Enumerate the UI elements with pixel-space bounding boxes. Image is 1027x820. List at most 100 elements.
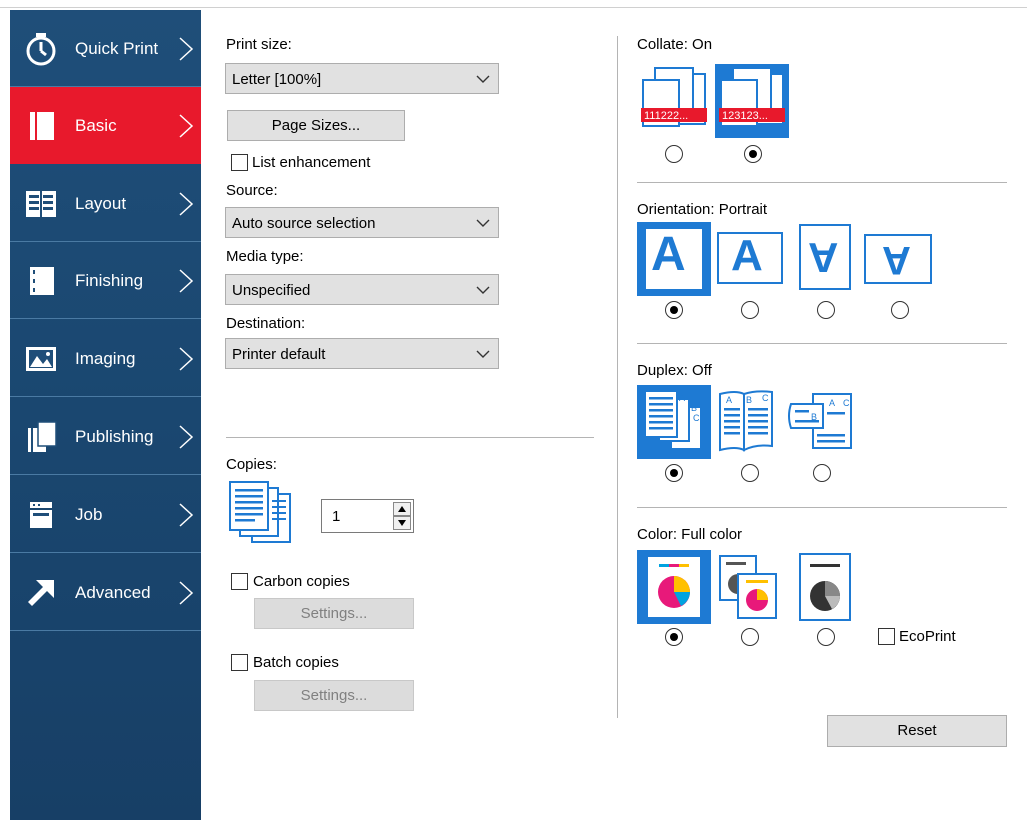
duplex-letter-a: A xyxy=(829,398,835,408)
duplex-off-icon: A B C xyxy=(644,390,702,450)
destination-label: Destination: xyxy=(226,315,306,332)
sidebar: Quick Print Basic Layout Finishing Imagi… xyxy=(10,10,201,820)
orientation-rotated-portrait-option[interactable]: A xyxy=(799,224,851,290)
print-size-value: Letter [100%] xyxy=(232,71,322,88)
batch-copies-settings-button[interactable]: Settings... xyxy=(254,680,414,711)
collate-label: Collate: On xyxy=(637,36,713,53)
orientation-rotated-landscape-option[interactable]: A xyxy=(864,234,932,284)
copies-label: Copies: xyxy=(226,456,277,473)
duplex-letter-a: A xyxy=(726,395,732,405)
destination-select[interactable]: Printer default xyxy=(225,338,499,369)
sidebar-item-finishing[interactable]: Finishing xyxy=(10,242,201,319)
sidebar-item-label: Advanced xyxy=(75,583,151,602)
chevron-right-icon xyxy=(179,503,194,527)
job-box-icon xyxy=(30,502,52,528)
sidebar-item-imaging[interactable]: Imaging xyxy=(10,320,201,397)
chevron-right-icon xyxy=(179,114,194,138)
duplex-letter-a: A xyxy=(679,393,685,403)
page-icon xyxy=(30,112,54,140)
sidebar-item-label: Layout xyxy=(75,194,127,213)
sidebar-item-layout[interactable]: Layout xyxy=(10,165,201,242)
triangle-down-icon xyxy=(398,520,406,526)
chevron-down-icon xyxy=(476,350,490,358)
collate-on-option[interactable]: 123123... xyxy=(715,64,789,138)
carbon-copies-settings-button[interactable]: Settings... xyxy=(254,598,414,629)
duplex-letter-b: B xyxy=(811,412,817,422)
decrement-button[interactable] xyxy=(393,516,411,530)
duplex-off-option[interactable]: A B C xyxy=(637,385,711,459)
carbon-copies-checkbox[interactable] xyxy=(231,573,248,590)
ecoprint-checkbox[interactable] xyxy=(878,628,895,645)
sidebar-item-label: Quick Print xyxy=(75,39,159,58)
duplex-letter-c: C xyxy=(693,413,700,423)
sidebar-item-label: Basic xyxy=(75,116,117,135)
orientation-letter: A xyxy=(651,228,686,281)
stopwatch-icon xyxy=(26,33,56,66)
top-divider xyxy=(0,7,1027,8)
duplex-long-edge-option[interactable]: A B C xyxy=(716,388,778,454)
color-auto-option[interactable] xyxy=(718,554,780,620)
list-enhancement-checkbox[interactable] xyxy=(231,154,248,171)
black-white-page-icon xyxy=(799,553,851,621)
chevron-down-icon xyxy=(476,75,490,83)
collate-off-radio[interactable] xyxy=(665,145,683,163)
copies-value: 1 xyxy=(332,508,341,525)
sidebar-item-quick-print[interactable]: Quick Print xyxy=(10,10,201,87)
media-type-select[interactable]: Unspecified xyxy=(225,274,499,305)
chevron-right-icon xyxy=(179,425,194,449)
duplex-letter-b: B xyxy=(746,395,752,405)
duplex-letter-c: C xyxy=(762,393,769,403)
orientation-landscape-radio[interactable] xyxy=(741,301,759,319)
duplex-short-edge-icon: A B C xyxy=(788,393,852,449)
reset-button[interactable]: Reset xyxy=(827,715,1007,747)
duplex-short-edge-radio[interactable] xyxy=(813,464,831,482)
orientation-landscape-option[interactable]: A xyxy=(715,226,785,288)
chevron-right-icon xyxy=(179,192,194,216)
collate-off-option[interactable]: 111222... xyxy=(637,64,711,138)
collate-on-text: 123123... xyxy=(722,110,768,122)
chevron-right-icon xyxy=(179,581,194,605)
color-black-white-radio[interactable] xyxy=(817,628,835,646)
orientation-letter: A xyxy=(882,238,911,282)
chevron-right-icon xyxy=(179,37,194,61)
copies-stepper[interactable]: 1 xyxy=(321,499,414,533)
sidebar-item-job[interactable]: Job xyxy=(10,476,201,553)
destination-value: Printer default xyxy=(232,346,326,363)
source-value: Auto source selection xyxy=(232,215,376,232)
print-size-select[interactable]: Letter [100%] xyxy=(225,63,499,94)
arrow-upright-icon xyxy=(28,580,54,606)
collate-off-icon: 111222... xyxy=(641,67,707,127)
color-full-radio[interactable] xyxy=(665,628,683,646)
increment-button[interactable] xyxy=(393,502,411,516)
finishing-page-icon xyxy=(30,267,54,295)
orientation-letter: A xyxy=(731,231,763,280)
color-auto-radio[interactable] xyxy=(741,628,759,646)
collate-on-radio[interactable] xyxy=(744,145,762,163)
sidebar-item-label: Publishing xyxy=(75,427,154,446)
duplex-divider xyxy=(637,507,1007,508)
orientation-letter: A xyxy=(808,234,839,281)
orientation-rotated-portrait-radio[interactable] xyxy=(817,301,835,319)
print-size-label: Print size: xyxy=(226,36,292,53)
orientation-rotated-landscape-radio[interactable] xyxy=(891,301,909,319)
duplex-off-radio[interactable] xyxy=(665,464,683,482)
duplex-label: Duplex: Off xyxy=(637,362,712,379)
chevron-right-icon xyxy=(179,347,194,371)
orientation-portrait-option[interactable]: A xyxy=(637,222,711,296)
page-sizes-button[interactable]: Page Sizes... xyxy=(227,110,405,141)
sidebar-item-publishing[interactable]: Publishing xyxy=(10,398,201,475)
batch-copies-checkbox[interactable] xyxy=(231,654,248,671)
sidebar-item-advanced[interactable]: Advanced xyxy=(10,554,201,631)
source-select[interactable]: Auto source selection xyxy=(225,207,499,238)
color-full-option[interactable] xyxy=(637,550,711,624)
orientation-portrait-radio[interactable] xyxy=(665,301,683,319)
color-label: Color: Full color xyxy=(637,526,743,543)
publishing-pages-icon xyxy=(28,421,57,452)
orientation-label: Orientation: Portrait xyxy=(637,201,768,218)
sidebar-item-basic[interactable]: Basic xyxy=(10,87,201,164)
color-black-white-option[interactable] xyxy=(798,552,852,622)
duplex-long-edge-radio[interactable] xyxy=(741,464,759,482)
duplex-short-edge-option[interactable]: A B C xyxy=(787,390,857,452)
sidebar-item-label: Imaging xyxy=(75,349,136,368)
duplex-letter-c: C xyxy=(843,398,850,408)
